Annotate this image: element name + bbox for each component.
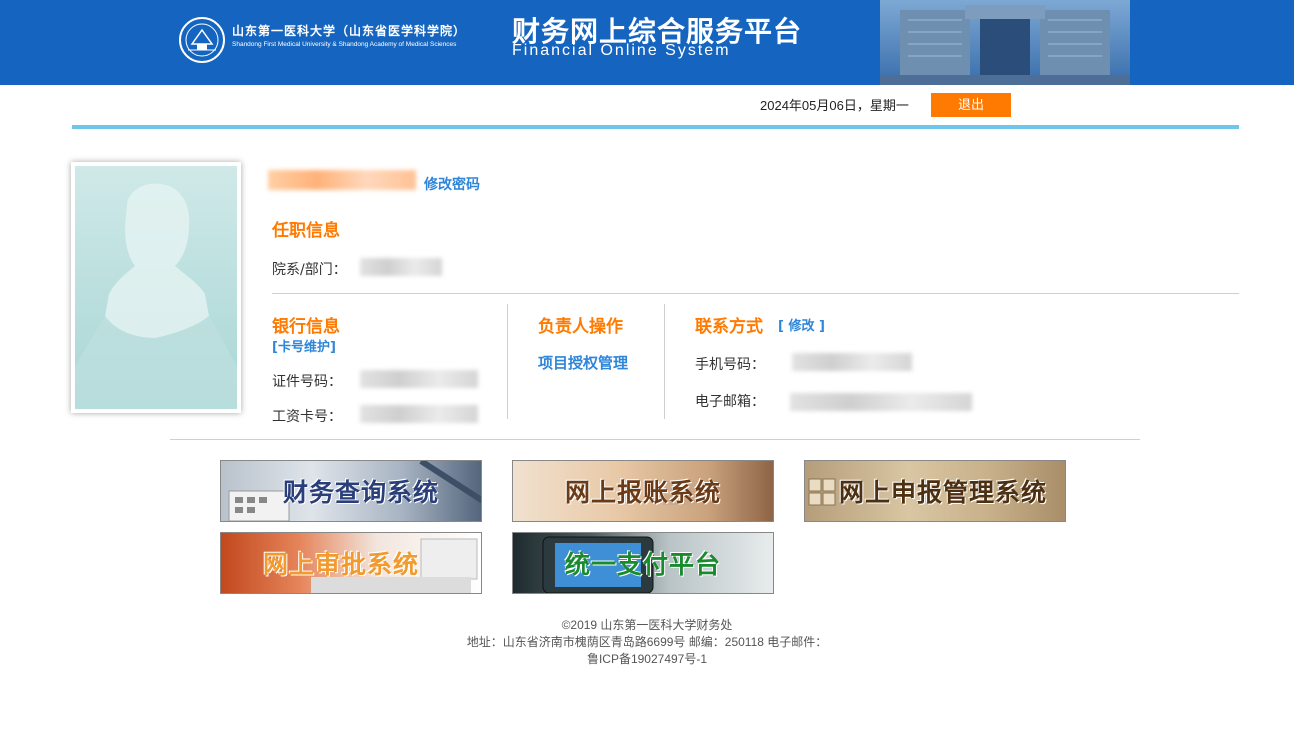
column-divider <box>664 304 665 419</box>
salary-card-value-redacted <box>360 405 478 423</box>
department-label: 院系/部门： <box>272 262 347 278</box>
department-value-redacted <box>360 258 442 276</box>
school-name-cn: 山东第一医科大学（山东省医学科学院） <box>232 24 467 38</box>
change-password-link[interactable]: 修改密码 <box>424 174 480 194</box>
site-footer: ©2019 山东第一医科大学财务处 地址：山东省济南市槐荫区青岛路6699号 邮… <box>0 617 1294 668</box>
phone-label: 手机号码： <box>695 357 765 373</box>
email-value-redacted <box>790 393 972 411</box>
online-approval-system-button[interactable]: 网上审批系统 <box>220 532 482 594</box>
avatar-silhouette-icon <box>75 183 237 409</box>
email-label: 电子邮箱： <box>695 394 765 410</box>
phone-value-redacted <box>792 353 912 371</box>
copyright-text: ©2019 山东第一医科大学财务处 <box>561 618 733 632</box>
current-date: 2024年05月06日，星期一 <box>760 98 909 113</box>
system-label: 网上审批系统 <box>262 550 419 579</box>
salary-card-label: 工资卡号： <box>272 409 342 425</box>
logout-button[interactable]: 退出 <box>931 93 1011 117</box>
online-reimbursement-system-button[interactable]: 网上报账系统 <box>512 460 774 522</box>
school-name-en: Shandong First Medical University & Shan… <box>232 41 457 48</box>
system-label: 网上申报管理系统 <box>838 478 1047 507</box>
user-photo <box>71 162 241 413</box>
contact-modify-link[interactable]: [ 修改 ] <box>778 315 825 334</box>
manager-ops-title: 负责人操作 <box>538 317 623 337</box>
system-label: 财务查询系统 <box>282 478 439 507</box>
column-divider <box>507 304 508 419</box>
icp-text: 鲁ICP备19027497号-1 <box>586 652 708 666</box>
system-label: 网上报账系统 <box>564 478 721 507</box>
card-maintain-link[interactable]: [卡号维护] <box>272 336 336 355</box>
university-emblem-icon <box>179 17 225 63</box>
id-number-value-redacted <box>360 370 478 388</box>
project-auth-link[interactable]: 项目授权管理 <box>538 352 628 373</box>
unified-payment-platform-button[interactable]: 统一支付平台 <box>512 532 774 594</box>
address-text: 地址：山东省济南市槐荫区青岛路6699号 邮编：250118 电子邮件： <box>466 635 828 649</box>
section-divider <box>170 439 1140 440</box>
finance-query-system-button[interactable]: 财务查询系统 <box>220 460 482 522</box>
system-subtitle: Financial Online System <box>512 42 731 59</box>
contact-title: 联系方式 <box>695 317 763 337</box>
id-number-label: 证件号码： <box>272 374 342 390</box>
campus-building-image <box>880 0 1130 85</box>
site-header: 山东第一医科大学（山东省医学科学院） Shandong First Medica… <box>0 0 1294 85</box>
online-declaration-system-button[interactable]: 网上申报管理系统 <box>804 460 1066 522</box>
system-label: 统一支付平台 <box>564 550 721 579</box>
section-divider <box>272 293 1239 294</box>
header-divider <box>72 125 1239 129</box>
username-redacted <box>268 170 416 190</box>
position-info-title: 任职信息 <box>272 221 340 241</box>
bank-info-title: 银行信息 <box>272 317 340 337</box>
